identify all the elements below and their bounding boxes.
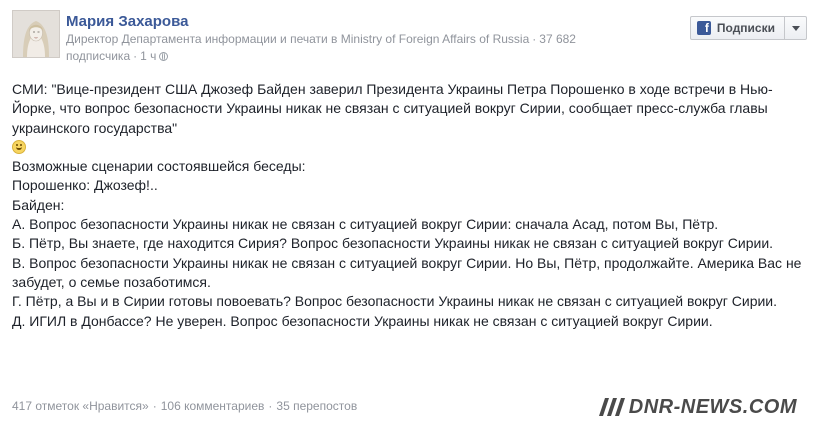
post-paragraph: А. Вопрос безопасности Украины никак не … — [12, 216, 719, 233]
post-paragraph: Д. ИГИЛ в Донбассе? Не уверен. Вопрос бе… — [12, 312, 713, 329]
laughing-emoji-icon — [12, 139, 26, 154]
author-meta: Директор Департамента информации и печат… — [66, 31, 666, 48]
subscribe-group: f Подписки — [689, 16, 807, 40]
slashes-logo-icon — [598, 398, 625, 416]
post-paragraph: Г. Пётр, а Вы и в Сирии готовы повоевать… — [12, 293, 778, 310]
post-header: Мария Захарова Директор Департамента инф… — [12, 10, 807, 68]
facebook-icon: f — [696, 21, 711, 35]
subscriber-count-suffix: подписчика — [66, 49, 131, 63]
globe-icon — [159, 52, 169, 61]
subscribe-label: Подписки — [716, 21, 775, 35]
avatar[interactable] — [12, 10, 60, 58]
avatar-portrait-icon — [13, 11, 59, 57]
post-paragraph: В. Вопрос безопасности Украины никак не … — [12, 254, 802, 290]
likes-count-link[interactable]: 417 отметок «Нравится» — [12, 399, 149, 413]
post-footer: 417 отметок «Нравится» · 106 комментариев ·… — [12, 399, 357, 413]
post-paragraph: Байден: — [12, 196, 65, 213]
author-title[interactable]: Директор Департамента информации и печат… — [66, 32, 529, 46]
post-paragraph: СМИ: "Вице-президент США Джозеф Байден з… — [12, 81, 773, 136]
subscribe-dropdown-button[interactable] — [785, 16, 807, 40]
shares-count-link[interactable]: 35 перепостов — [276, 399, 357, 413]
post-paragraph: Возможные сценарии состоявшейся беседы: — [12, 158, 306, 175]
chevron-down-icon — [791, 25, 800, 31]
author-meta-line2: подписчика · 1 ч — [66, 48, 666, 65]
author-name[interactable]: Мария Захарова — [66, 12, 666, 31]
footer-separator: · — [268, 399, 273, 413]
post-body: СМИ: "Вице-президент США Джозеф Байден з… — [12, 80, 807, 331]
emoji-line — [12, 138, 807, 157]
footer-separator: · — [152, 399, 157, 413]
meta-separator: · — [532, 32, 537, 46]
post-time[interactable]: 1 ч — [140, 49, 156, 63]
subscriber-count-first: 37 682 — [539, 32, 576, 46]
author-block: Мария Захарова Директор Департамента инф… — [66, 12, 666, 65]
subscribe-button[interactable]: f Подписки — [689, 16, 785, 40]
watermark-text: DNR-NEWS.COM — [628, 395, 797, 418]
watermark: DNR-NEWS.COM — [597, 395, 797, 419]
post-paragraph: Порошенко: Джозеф!.. — [12, 177, 158, 194]
comments-count-link[interactable]: 106 комментариев — [161, 399, 265, 413]
meta-separator: · — [133, 49, 138, 63]
post-paragraph: Б. Пётр, Вы знаете, где находится Сирия?… — [12, 235, 774, 252]
